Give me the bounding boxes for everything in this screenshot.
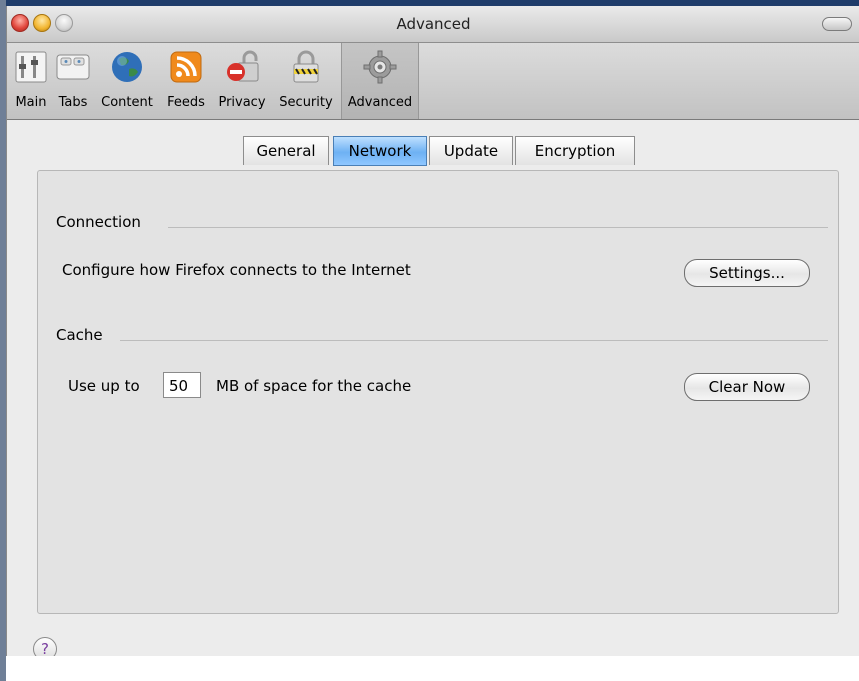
toolbar-item-content[interactable]: Content (95, 43, 159, 119)
cache-prefix-label: Use up to (68, 377, 140, 395)
main-switch-icon (15, 51, 47, 83)
toolbar-item-security-label: Security (279, 95, 333, 110)
window-title: Advanced (396, 15, 471, 33)
toolbar-item-main[interactable]: Main (11, 43, 51, 119)
privacy-lock-icon (227, 50, 259, 82)
toolbar-item-feeds[interactable]: Feeds (161, 43, 211, 119)
connection-description: Configure how Firefox connects to the In… (62, 261, 411, 279)
connection-heading: Connection (56, 213, 141, 231)
cache-size-input[interactable]: 50 (163, 372, 201, 398)
clear-now-button[interactable]: Clear Now (684, 373, 810, 401)
tab-encryption[interactable]: Encryption (515, 136, 635, 165)
tab-general[interactable]: General (243, 136, 329, 165)
preferences-toolbar: Main Tabs Content Feeds Privacy Security… (7, 43, 859, 120)
toolbar-item-tabs-label: Tabs (58, 95, 88, 110)
cache-divider (120, 340, 828, 341)
tab-update[interactable]: Update (429, 136, 513, 165)
cache-heading: Cache (56, 326, 103, 344)
cache-suffix-label: MB of space for the cache (216, 377, 412, 395)
settings-button[interactable]: Settings... (684, 259, 810, 287)
desktop-below-window (6, 656, 859, 681)
toolbar-item-advanced[interactable]: Advanced (341, 43, 419, 119)
toolbar-item-privacy[interactable]: Privacy (213, 43, 271, 119)
toolbar-item-feeds-label: Feeds (167, 95, 205, 110)
globe-icon (112, 52, 142, 82)
toolbar-item-main-label: Main (15, 95, 47, 110)
toolbar-item-security[interactable]: Security (273, 43, 339, 119)
gear-icon (363, 50, 397, 84)
title-bar[interactable]: Advanced (7, 6, 859, 43)
toolbar-item-privacy-label: Privacy (218, 95, 266, 110)
security-padlock-icon (293, 50, 319, 83)
network-panel: Connection Configure how Firefox connect… (37, 170, 839, 614)
preferences-window: Advanced Main Tabs Content Feeds Privacy… (6, 6, 859, 661)
rss-feed-icon (170, 51, 202, 83)
tabs-icon (56, 54, 90, 80)
toolbar-item-content-label: Content (101, 95, 153, 110)
toolbar-item-tabs[interactable]: Tabs (53, 43, 93, 119)
connection-divider (168, 227, 828, 228)
toolbar-item-advanced-label: Advanced (347, 95, 413, 110)
tab-network[interactable]: Network (333, 136, 427, 166)
toolbar-toggle-button[interactable] (822, 17, 852, 31)
